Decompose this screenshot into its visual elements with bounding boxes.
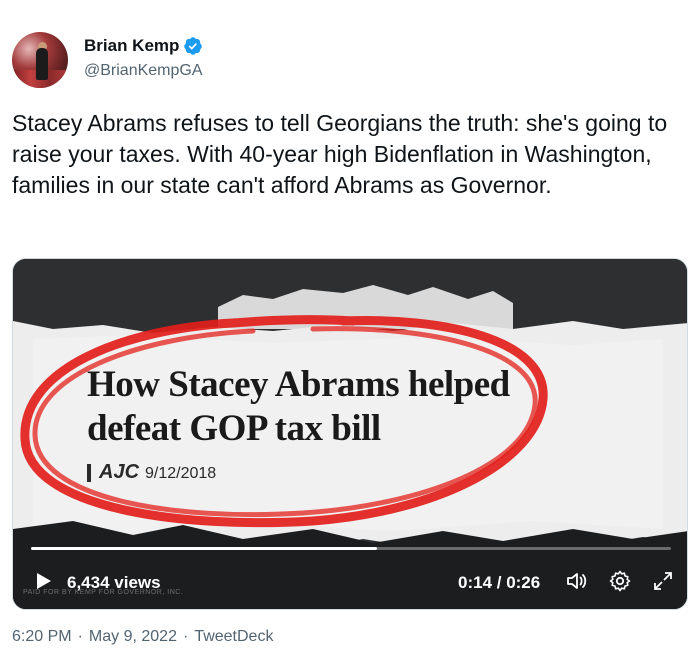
footer-separator-1: · xyxy=(77,628,83,645)
source-name: AJC xyxy=(99,461,140,483)
tweet-text: Stacey Abrams refuses to tell Georgians … xyxy=(12,110,668,198)
settings-icon[interactable] xyxy=(608,569,632,593)
author-name[interactable]: Brian Kemp xyxy=(84,36,179,56)
tweet-header: Brian Kemp @BrianKempGA xyxy=(12,28,672,92)
tweet-date[interactable]: May 9, 2022 xyxy=(89,628,177,646)
tweet-client[interactable]: TweetDeck xyxy=(194,628,273,646)
video-source: AJC 9/12/2018 xyxy=(87,461,216,484)
source-date: 9/12/2018 xyxy=(145,465,217,482)
video-time: 0:14 / 0:26 xyxy=(458,573,541,592)
tweet-footer: 6:20 PM · May 9, 2022 · TweetDeck xyxy=(12,628,273,646)
author-handle[interactable]: @BrianKempGA xyxy=(84,62,203,80)
source-bar xyxy=(87,463,91,482)
play-icon[interactable] xyxy=(33,571,53,591)
paid-for-watermark: PAID FOR BY KEMP FOR GOVERNOR, INC. xyxy=(23,589,184,596)
video-headline-line-1: How Stacey Abrams helped xyxy=(87,364,510,405)
video-progress-bar[interactable] xyxy=(31,547,671,550)
video-headline: How Stacey Abrams helped defeat GOP tax … xyxy=(87,363,587,451)
avatar[interactable] xyxy=(12,32,68,88)
volume-icon[interactable] xyxy=(565,569,589,593)
video-player[interactable]: How Stacey Abrams helped defeat GOP tax … xyxy=(12,258,688,610)
verified-badge-icon xyxy=(184,37,203,55)
fullscreen-icon[interactable] xyxy=(651,569,675,593)
author-name-row[interactable]: Brian Kemp xyxy=(84,36,203,56)
video-progress-fill xyxy=(31,547,377,550)
tweet-time[interactable]: 6:20 PM xyxy=(12,628,72,646)
video-headline-line-2: defeat GOP tax bill xyxy=(87,408,381,449)
footer-separator-2: · xyxy=(182,628,189,645)
